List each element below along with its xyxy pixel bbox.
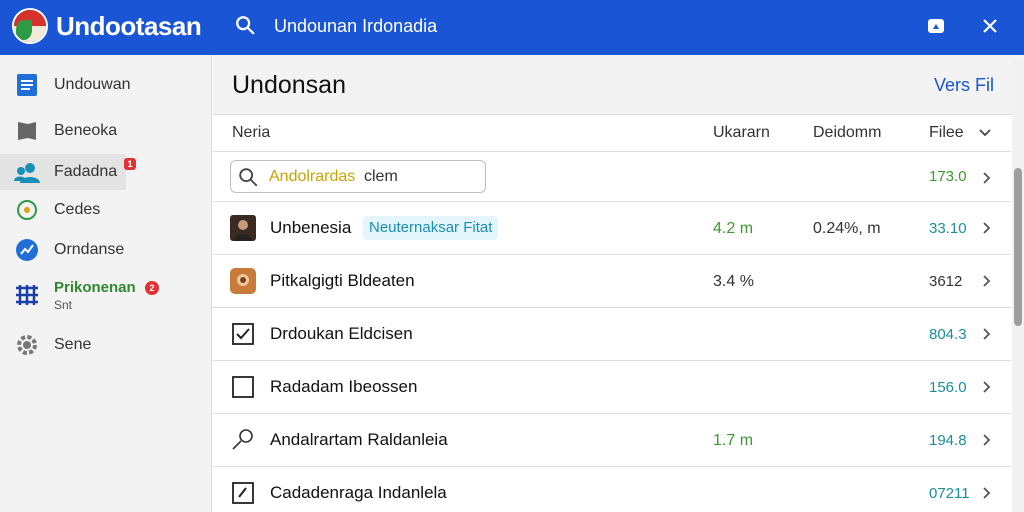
row-files: 804.3 (929, 326, 967, 343)
key-icon (230, 427, 256, 453)
contact-icon (230, 268, 256, 294)
table-row[interactable]: Cadadenraga Indanlela 07211 (213, 467, 1011, 512)
table-row[interactable]: Unbenesia Neuternaksar Fitat 4.2 m 0.24%… (213, 202, 1011, 255)
sidebar-item-fadadna[interactable]: Fadadna 1 (0, 154, 136, 190)
row-date: 0.24%, m (813, 220, 881, 237)
row-name: Unbenesia (270, 218, 352, 237)
row-files: 194.8 (929, 432, 967, 449)
bookmark-icon (14, 118, 40, 144)
sidebar-item-cedes[interactable]: Cedes (0, 192, 212, 228)
sidebar-item-label: Sene (54, 336, 92, 353)
row-tag: Neuternaksar Fitat (363, 216, 499, 240)
table-row[interactable]: Pitkalgigti Bldeaten 3.4 % 3612 (213, 255, 1011, 308)
row-size: 3.4 % (713, 273, 754, 290)
row-name: Radadam Ibeossen (270, 377, 418, 396)
app-title: Undootasan (56, 11, 202, 41)
chevron-right-icon[interactable] (981, 430, 993, 450)
close-icon (983, 19, 997, 33)
column-header-date[interactable]: Deidomm (813, 124, 881, 142)
sidebar-item-beneoka[interactable]: Beneoka (0, 113, 212, 149)
people-icon (14, 159, 40, 185)
search-icon[interactable] (234, 14, 256, 36)
row-files: 156.0 (929, 379, 967, 396)
filter-value: 173.0 (929, 168, 967, 185)
app-logo[interactable] (12, 8, 48, 44)
table-row[interactable]: Andalrartam Raldanleia 1.7 m 194.8 (213, 414, 1011, 467)
row-size: 4.2 m (713, 220, 754, 237)
media-icon (928, 19, 944, 33)
search-icon (239, 168, 258, 187)
checkbox-checked-icon[interactable] (230, 321, 256, 347)
sidebar-item-orndanse[interactable]: Orndanse (0, 232, 212, 268)
document-icon (14, 72, 40, 98)
chevron-right-icon[interactable] (981, 218, 993, 238)
column-header-size[interactable]: Ukararn (713, 124, 770, 142)
notification-badge: 2 (145, 281, 159, 295)
row-files: 3612 (929, 273, 963, 290)
sidebar-item-undouwan[interactable]: Undouwan (0, 67, 212, 103)
close-button[interactable] (977, 13, 1003, 39)
notification-badge: 1 (124, 158, 136, 170)
row-files: 33.10 (929, 220, 967, 237)
row-name: Andalrartam Raldanleia (270, 430, 448, 449)
sidebar-item-label: Undouwan (54, 76, 131, 93)
edit-box-icon (230, 480, 256, 506)
avatar-icon (230, 215, 256, 241)
sidebar-item-label: Orndanse (54, 241, 125, 258)
sidebar-item-label: Fadadna (54, 163, 118, 180)
search-input[interactable]: Undounan Irdonadia (274, 16, 437, 37)
filter-highlight-text: Andolrardas (269, 168, 356, 185)
row-name: Drdoukan Eldcisen (270, 324, 413, 343)
main-panel: Undonsan Vers Fil Neria Ukararn Deidomm … (213, 55, 1024, 512)
row-name: Cadadenraga Indanlela (270, 483, 447, 502)
gear-icon (14, 332, 40, 358)
row-size: 1.7 m (713, 432, 754, 449)
table-header: Neria Ukararn Deidomm Filee (213, 115, 1011, 152)
sidebar: Undouwan Beneoka Fadadna 1 Cedes Orndans… (0, 55, 212, 512)
table-row[interactable]: Drdoukan Eldcisen 804.3 (213, 308, 1011, 361)
filter-row: Andolrardas clem 173.0 (213, 152, 1011, 202)
top-bar: Undootasan Undounan Irdonadia (0, 0, 1024, 55)
view-files-link[interactable]: Vers Fil (934, 75, 994, 96)
table-row[interactable]: Radadam Ibeossen 156.0 (213, 361, 1011, 414)
column-header-files[interactable]: Filee (929, 124, 964, 142)
sidebar-item-label: Cedes (54, 201, 101, 218)
chevron-right-icon[interactable] (981, 483, 993, 503)
filter-text: clem (364, 168, 398, 185)
chevron-right-icon[interactable] (981, 271, 993, 291)
sidebar-item-sene[interactable]: Sene (0, 327, 212, 363)
chart-icon (14, 237, 40, 263)
column-header-name[interactable]: Neria (232, 124, 270, 142)
checkbox-icon[interactable] (230, 374, 256, 400)
chevron-down-icon[interactable] (979, 128, 991, 138)
sidebar-item-label: Prikonenan (54, 279, 136, 296)
sidebar-item-prikonenan[interactable]: Prikonenan Snt 2 (0, 273, 212, 317)
grid-icon (14, 282, 40, 308)
page-title: Undonsan (232, 71, 346, 99)
row-files: 07211 (929, 485, 970, 502)
chevron-right-icon[interactable] (981, 324, 993, 344)
sidebar-item-label: Beneoka (54, 122, 118, 139)
target-icon (14, 197, 40, 223)
media-button[interactable] (923, 13, 949, 39)
main-header: Undonsan Vers Fil (213, 55, 1024, 115)
chevron-right-icon[interactable] (981, 168, 993, 188)
row-name: Pitkalgigti Bldeaten (270, 271, 415, 290)
chevron-right-icon[interactable] (981, 377, 993, 397)
scrollbar-thumb[interactable] (1014, 168, 1022, 326)
filter-input[interactable]: Andolrardas clem (230, 160, 486, 193)
sidebar-item-sublabel: Snt (54, 298, 73, 312)
